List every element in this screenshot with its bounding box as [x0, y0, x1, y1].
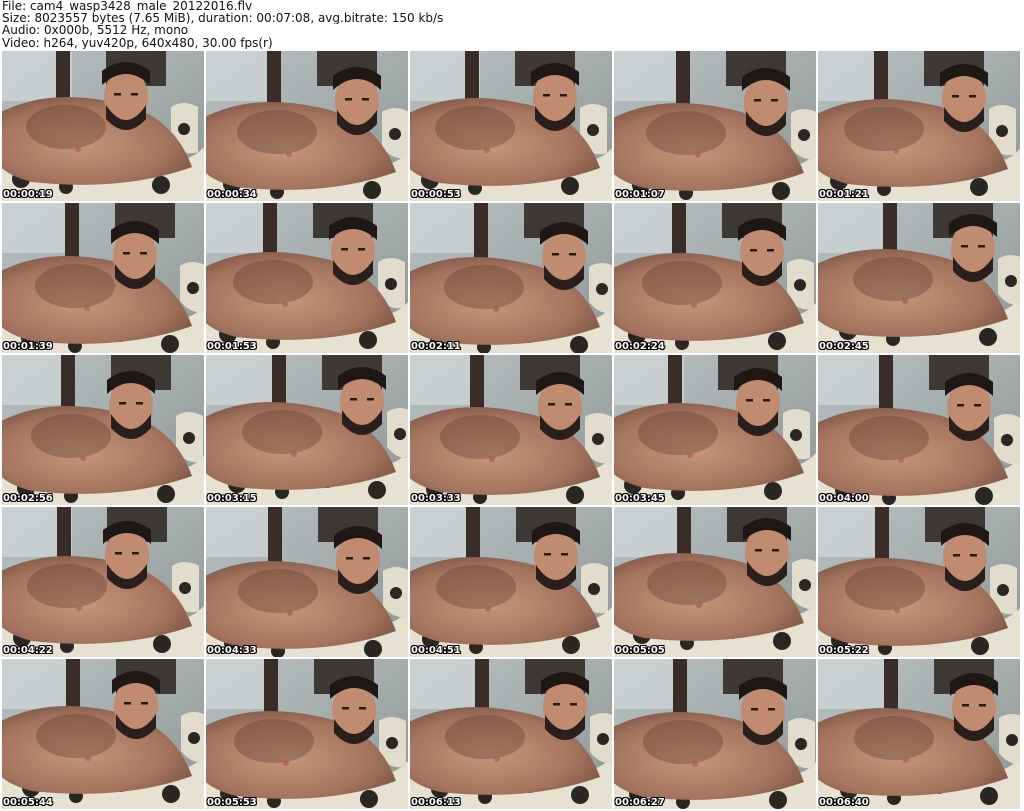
thumbnail-timestamp: 00:02:56 — [3, 493, 53, 504]
frame-image — [410, 51, 612, 201]
thumbnail-timestamp: 00:02:11 — [411, 341, 461, 352]
video-info-header: File: cam4_wasp3428_male_20122016.flv Si… — [2, 0, 1022, 50]
video-thumbnail: 00:01:39 — [2, 203, 204, 353]
frame-image — [206, 51, 408, 201]
thumbnail-timestamp: 00:06:27 — [615, 797, 665, 808]
frame-image — [2, 355, 204, 505]
thumbnail-timestamp: 00:00:19 — [3, 189, 53, 200]
video-thumbnail: 00:01:07 — [614, 51, 816, 201]
thumbnail-timestamp: 00:04:33 — [207, 645, 257, 656]
thumbnail-timestamp: 00:00:34 — [207, 189, 257, 200]
thumbnail-timestamp: 00:04:22 — [3, 645, 53, 656]
frame-image — [206, 659, 408, 809]
thumbnail-timestamp: 00:04:51 — [411, 645, 461, 656]
video-thumbnail: 00:03:15 — [206, 355, 408, 505]
video-thumbnail: 00:00:34 — [206, 51, 408, 201]
thumbnail-timestamp: 00:01:53 — [207, 341, 257, 352]
video-thumbnail: 00:05:44 — [2, 659, 204, 809]
video-thumbnail: 00:02:56 — [2, 355, 204, 505]
thumbnail-timestamp: 00:06:40 — [819, 797, 869, 808]
thumbnail-timestamp: 00:05:53 — [207, 797, 257, 808]
thumbnail-timestamp: 00:04:00 — [819, 493, 869, 504]
frame-image — [206, 355, 408, 505]
frame-image — [614, 355, 816, 505]
frame-image — [614, 203, 816, 353]
frame-image — [614, 507, 816, 657]
frame-image — [410, 659, 612, 809]
video-thumbnail: 00:04:33 — [206, 507, 408, 657]
thumbnail-timestamp: 00:00:53 — [411, 189, 461, 200]
video-thumbnail: 00:00:19 — [2, 51, 204, 201]
video-thumbnail: 00:03:45 — [614, 355, 816, 505]
thumbnail-grid: 00:00:19 00:00:34 00:00:53 00:01:07 00:01:21… — [2, 51, 1022, 811]
video-info-line: Video: h264, yuv420p, 640x480, 30.00 fps… — [2, 36, 273, 49]
video-thumbnail: 00:03:33 — [410, 355, 612, 505]
frame-image — [818, 51, 1020, 201]
video-thumbnail: 00:00:53 — [410, 51, 612, 201]
video-thumbnail: 00:01:21 — [818, 51, 1020, 201]
file-name-line: File: cam4_wasp3428_male_20122016.flv — [2, 0, 253, 13]
thumbnail-timestamp: 00:01:21 — [819, 189, 869, 200]
video-thumbnail: 00:05:53 — [206, 659, 408, 809]
video-thumbnail: 00:04:22 — [2, 507, 204, 657]
video-thumbnail: 00:06:40 — [818, 659, 1020, 809]
thumbnail-timestamp: 00:05:44 — [3, 797, 53, 808]
thumbnail-timestamp: 00:01:39 — [3, 341, 53, 352]
video-thumbnail: 00:02:24 — [614, 203, 816, 353]
thumbnail-timestamp: 00:03:15 — [207, 493, 257, 504]
thumbnail-timestamp: 00:02:24 — [615, 341, 665, 352]
frame-image — [2, 51, 204, 201]
frame-image — [410, 203, 612, 353]
frame-image — [206, 507, 408, 657]
frame-image — [818, 355, 1020, 505]
video-thumbnail: 00:06:27 — [614, 659, 816, 809]
frame-image — [614, 659, 816, 809]
frame-image — [410, 507, 612, 657]
frame-image — [614, 51, 816, 201]
video-thumbnail: 00:04:51 — [410, 507, 612, 657]
frame-image — [2, 659, 204, 809]
thumbnail-timestamp: 00:05:05 — [615, 645, 665, 656]
thumbnail-timestamp: 00:06:13 — [411, 797, 461, 808]
video-thumbnail: 00:02:11 — [410, 203, 612, 353]
thumbnail-timestamp: 00:03:45 — [615, 493, 665, 504]
video-thumbnail: 00:05:05 — [614, 507, 816, 657]
thumbnail-timestamp: 00:03:33 — [411, 493, 461, 504]
video-thumbnail: 00:04:00 — [818, 355, 1020, 505]
frame-image — [2, 507, 204, 657]
thumbnail-timestamp: 00:05:22 — [819, 645, 869, 656]
thumbnail-timestamp: 00:02:45 — [819, 341, 869, 352]
file-size-line: Size: 8023557 bytes (7.65 MiB), duration… — [2, 12, 444, 25]
video-thumbnail: 00:05:22 — [818, 507, 1020, 657]
video-thumbnail: 00:01:53 — [206, 203, 408, 353]
frame-image — [818, 203, 1020, 353]
audio-info-line: Audio: 0x000b, 5512 Hz, mono — [2, 24, 189, 37]
frame-image — [410, 355, 612, 505]
video-thumbnail: 00:02:45 — [818, 203, 1020, 353]
frame-image — [2, 203, 204, 353]
frame-image — [206, 203, 408, 353]
frame-image — [818, 507, 1020, 657]
thumbnail-timestamp: 00:01:07 — [615, 189, 665, 200]
video-thumbnail: 00:06:13 — [410, 659, 612, 809]
frame-image — [818, 659, 1020, 809]
